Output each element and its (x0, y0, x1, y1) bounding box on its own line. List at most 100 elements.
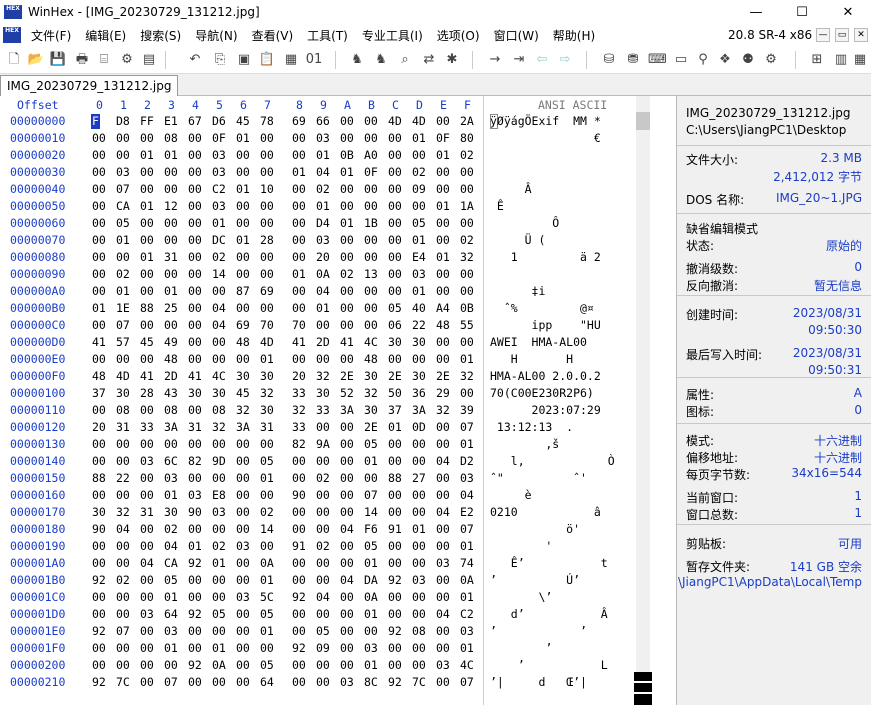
find-hex-icon[interactable]: ⌕ (396, 51, 414, 69)
row-ascii[interactable]: Â (490, 182, 532, 196)
hex-editor[interactable]: Offset ANSI ASCII 0 1 2 3 4 5 6 7 8 9 A B C D E F 00000… (0, 96, 676, 705)
vertical-scrollbar[interactable] (636, 96, 650, 705)
hex-row[interactable]: 000001B0 92 02 00 05 00 00 00 01 00 00 04 DA 92 03 00 0A… (0, 572, 636, 589)
row-ascii[interactable]: 1 ä 2 (490, 250, 601, 264)
close-button[interactable]: ✕ (825, 0, 871, 24)
row-ascii[interactable]: Ê’ t (490, 556, 608, 570)
row-ascii[interactable]: ’ (490, 641, 552, 655)
hex-row[interactable]: 00000080 00 00 01 31 00 02 00 00 00 20 00 00 00 E4 01 32… (0, 249, 636, 266)
tab-file[interactable]: IMG_20230729_131212.jpg (0, 75, 179, 96)
row-ascii[interactable]: è (490, 488, 532, 502)
mdi-restore-icon[interactable]: ▭ (835, 28, 849, 42)
save-icon[interactable]: 💾 (49, 51, 67, 69)
hex-row[interactable]: 00000140 00 00 03 6C 82 9D 00 05 00 00 00 01 00 00 04 D2… (0, 453, 636, 470)
hex-row[interactable]: 00000110 00 08 00 08 00 08 32 30 32 33 3A 30 37 3A 32 39… (0, 402, 636, 419)
hex-row[interactable]: 000001F0 00 00 00 01 00 01 00 00 92 09 00 03 00 00 00 01… (0, 640, 636, 657)
hex-row[interactable]: 00000050 00 CA 01 12 00 03 00 00 00 01 00 00 00 00 01 1A… (0, 198, 636, 215)
hex-row[interactable]: 00000170 30 32 31 30 90 03 00 02 00 00 00 14 00 00 04 E2… (0, 504, 636, 521)
windows-icon[interactable]: ❖ (716, 51, 734, 69)
row-ascii[interactable]: ‡i (490, 284, 546, 298)
clipboard-icon[interactable]: 📋 (258, 51, 276, 69)
hex-row[interactable]: 000001A0 00 00 04 CA 92 01 00 0A 00 00 00 01 00 00 03 74… (0, 555, 636, 572)
binary-icon[interactable]: 01 (305, 51, 323, 69)
row-ascii[interactable]: ‚š (490, 437, 559, 451)
row-ascii[interactable]: 0210 â (490, 505, 601, 519)
maximize-button[interactable]: ☐ (779, 0, 825, 24)
row-ascii[interactable]: 2023:07:29 (490, 403, 601, 417)
row-ascii[interactable]: Ê (490, 199, 504, 213)
data-interpreter-icon[interactable]: ▥ (832, 51, 850, 69)
row-ascii[interactable]: \’ (490, 590, 552, 604)
row-ascii[interactable]: ’ L (490, 658, 608, 672)
menu-edit[interactable]: 编辑(E) (81, 27, 130, 44)
hex-row[interactable]: 00000120 20 31 33 3A 31 32 3A 31 33 00 00 2E 01 0D 00 07… (0, 419, 636, 436)
menu-window[interactable]: 窗口(W) (490, 27, 543, 44)
hex-row[interactable]: 00000030 00 03 00 00 00 03 00 00 01 04 01 0F 00 02 00 00 (0, 164, 636, 181)
mdi-minimize-icon[interactable]: — (816, 28, 830, 42)
row-ascii[interactable]: H H (490, 352, 573, 366)
row-ascii[interactable]: 13:12:13 . (490, 420, 573, 434)
hex-row[interactable]: 000001D0 00 00 03 64 92 05 00 05 00 00 00 01 00 00 04 C2… (0, 606, 636, 623)
hex-row[interactable]: 000000F0 48 4D 41 2D 41 4C 30 30 20 32 2E 30 2E 30 2E 32… (0, 368, 636, 385)
hex-row[interactable]: 000000A0 00 01 00 01 00 00 87 69 00 04 00 00 00 01 00 00… (0, 283, 636, 300)
disk-editor-icon[interactable]: ⛁ (600, 51, 618, 69)
menu-file[interactable]: 文件(F) (27, 27, 75, 44)
menu-navigate[interactable]: 导航(N) (191, 27, 241, 44)
mdi-close-icon[interactable]: ✕ (854, 28, 868, 42)
hex-row[interactable]: 00000150 88 22 00 03 00 00 00 01 00 02 00 00 88 27 00 03… (0, 470, 636, 487)
row-ascii[interactable]: 70(C00E230R2P6) (490, 386, 594, 400)
menu-tools[interactable]: 工具(T) (303, 27, 352, 44)
hex-row[interactable]: 000000B0 01 1E 88 25 00 04 00 00 00 01 00 00 05 40 A4 0B… (0, 300, 636, 317)
ram-icon[interactable]: ⛃ (624, 51, 642, 69)
row-ascii[interactable]: d’ Â (490, 607, 608, 621)
hex-row[interactable]: 000001E0 92 07 00 03 00 00 00 01 00 05 00 00 92 08 00 03… (0, 623, 636, 640)
row-ascii[interactable]: ö' (490, 522, 580, 536)
find-replace-icon[interactable]: ♞ (372, 51, 390, 69)
open-file-icon[interactable]: 📂 (27, 51, 45, 69)
hex-row[interactable]: 00000200 00 00 00 00 92 0A 00 05 00 00 00 01 00 00 03 4C… (0, 657, 636, 674)
winhex-menu-icon[interactable]: HEX (3, 27, 21, 43)
print-icon[interactable]: 🖶 (73, 51, 91, 69)
goto-offset-icon[interactable]: → (486, 51, 504, 69)
row-ascii[interactable]: ' (490, 539, 552, 553)
menu-options[interactable]: 选项(O) (433, 27, 484, 44)
menu-specialist[interactable]: 专业工具(I) (358, 27, 427, 44)
replace-hex-icon[interactable]: ⇄ (420, 51, 438, 69)
row-ascii[interactable]: HMA-AL00 2.0.0.2 (490, 369, 601, 383)
row-ascii[interactable]: l‚ Ò (490, 454, 615, 468)
hex-row[interactable]: 00000100 37 30 28 43 30 30 45 32 33 30 52 32 50 36 29 00… (0, 385, 636, 402)
scrollbar-thumb[interactable] (636, 112, 650, 130)
hex-row[interactable]: 000000E0 00 00 00 48 00 00 00 01 00 00 00 48 00 00 00 01… (0, 351, 636, 368)
row-ascii[interactable]: Ü ( (490, 233, 546, 247)
row-ascii[interactable]: ˆ% @¤ (490, 301, 594, 315)
undo-icon[interactable]: ↶ (186, 51, 204, 69)
hash-icon[interactable]: ⚲ (694, 51, 712, 69)
hex-row[interactable]: 00000190 00 00 00 04 01 02 03 00 91 02 00 05 00 00 00 01… (0, 538, 636, 555)
row-ascii[interactable]: ˆ" ˆ' (490, 471, 587, 485)
row-ascii[interactable]: ÿØÿágÖExif MM * (490, 114, 601, 128)
hex-row[interactable]: 00000040 00 07 00 00 00 C2 01 10 00 02 00 00 00 09 00 00… (0, 181, 636, 198)
minimize-button[interactable]: — (733, 0, 779, 24)
hex-row[interactable]: 00000160 00 00 00 01 03 E8 00 00 90 00 00 07 00 00 00 04… (0, 487, 636, 504)
row-ascii[interactable]: ipp "HU (490, 318, 601, 332)
new-file-icon[interactable]: 🗋 (5, 51, 23, 69)
hex-row[interactable]: 00000020 00 00 01 01 00 03 00 00 00 01 0B A0 00 00 01 02 (0, 147, 636, 164)
hex-row[interactable]: 00000010 00 00 00 08 00 0F 01 00 00 03 00 00 00 01 0F 80… (0, 130, 636, 147)
hex-search-icon[interactable]: ✱ (443, 51, 461, 69)
hex-row[interactable]: 00000000 FF D8 FF E1 67 D6 45 78 69 66 00 00 4D 4D 00 2A… (0, 113, 636, 130)
properties-icon[interactable]: ⌸ (95, 51, 113, 69)
table-icon[interactable]: ⊞ (808, 51, 826, 69)
paste-icon[interactable]: ▣ (235, 51, 253, 69)
row-ascii[interactable]: ’ ’ (490, 624, 587, 638)
hex-row[interactable]: 00000090 00 02 00 00 00 14 00 00 01 0A 02 13 00 03 00 00 (0, 266, 636, 283)
goto-block-icon[interactable]: ⇥ (510, 51, 528, 69)
row-ascii[interactable]: AWEI HMA-AL00 (490, 335, 587, 349)
hex-row[interactable]: 000000C0 00 07 00 00 00 04 69 70 70 00 00 00 06 22 48 55… (0, 317, 636, 334)
find-icon[interactable]: ♞ (348, 51, 366, 69)
copy-icon[interactable]: ⎘ (211, 51, 229, 69)
row-ascii[interactable]: € (490, 131, 601, 145)
help-icon[interactable]: ⚉ (739, 51, 757, 69)
hex-row[interactable]: 00000070 00 01 00 00 00 DC 01 28 00 03 00 00 00 01 00 02… (0, 232, 636, 249)
hex-row[interactable]: 00000210 92 7C 00 07 00 00 00 64 00 00 03 8C 92 7C 00 07… (0, 674, 636, 691)
menu-help[interactable]: 帮助(H) (549, 27, 599, 44)
